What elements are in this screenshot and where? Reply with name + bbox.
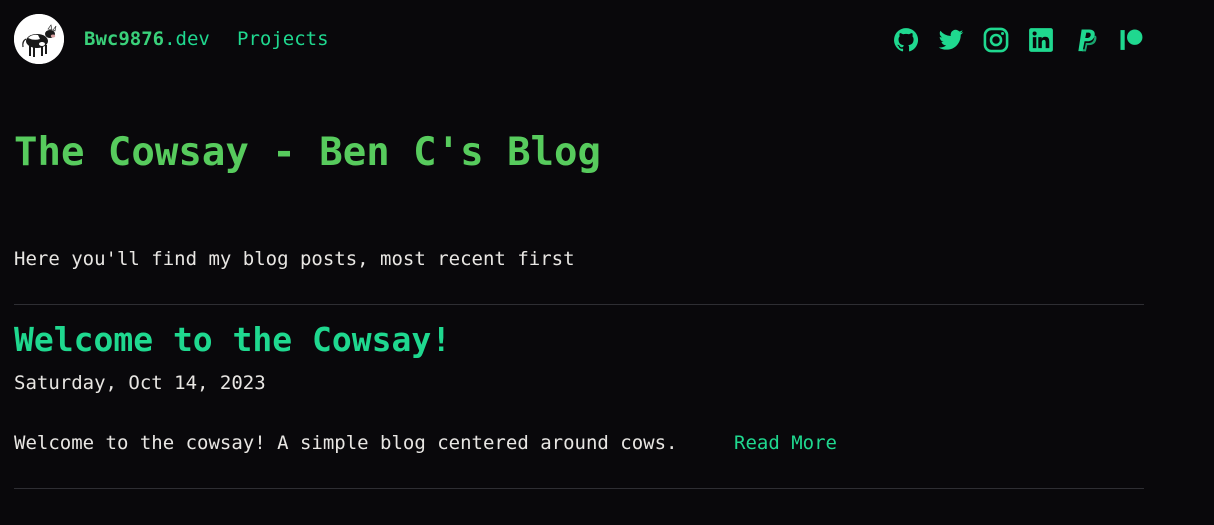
site-name-tld: .dev bbox=[164, 28, 210, 50]
site-name-link[interactable]: Bwc9876.dev bbox=[84, 27, 210, 51]
patreon-link[interactable] bbox=[1117, 26, 1145, 54]
site-name-bold: Bwc9876 bbox=[84, 28, 165, 50]
page-title: The Cowsay - Ben C's Blog bbox=[14, 130, 601, 175]
post-title-link[interactable]: Welcome to the Cowsay! bbox=[14, 318, 451, 362]
paypal-link[interactable] bbox=[1073, 26, 1101, 54]
page: Bwc9876.dev Projects The Cowsay - Ben C'… bbox=[0, 0, 1214, 525]
paypal-icon bbox=[1078, 29, 1097, 52]
twitter-link[interactable] bbox=[937, 26, 965, 54]
instagram-link[interactable] bbox=[982, 26, 1010, 54]
cow-avatar-icon bbox=[14, 14, 64, 64]
nav-projects-link[interactable]: Projects bbox=[237, 27, 329, 51]
divider bbox=[14, 304, 1144, 305]
patreon-icon bbox=[1120, 29, 1143, 50]
twitter-icon bbox=[938, 29, 964, 50]
github-link[interactable] bbox=[892, 26, 920, 54]
intro-text: Here you'll find my blog posts, most rec… bbox=[14, 248, 575, 270]
avatar[interactable] bbox=[14, 14, 64, 64]
post-excerpt: Welcome to the cowsay! A simple blog cen… bbox=[14, 432, 678, 454]
linkedin-icon bbox=[1029, 28, 1053, 52]
post-date: Saturday, Oct 14, 2023 bbox=[14, 372, 266, 394]
linkedin-link[interactable] bbox=[1027, 26, 1055, 54]
read-more-link[interactable]: Read More bbox=[734, 430, 837, 456]
github-icon bbox=[894, 28, 919, 52]
instagram-icon bbox=[983, 27, 1009, 53]
divider bbox=[14, 488, 1144, 489]
